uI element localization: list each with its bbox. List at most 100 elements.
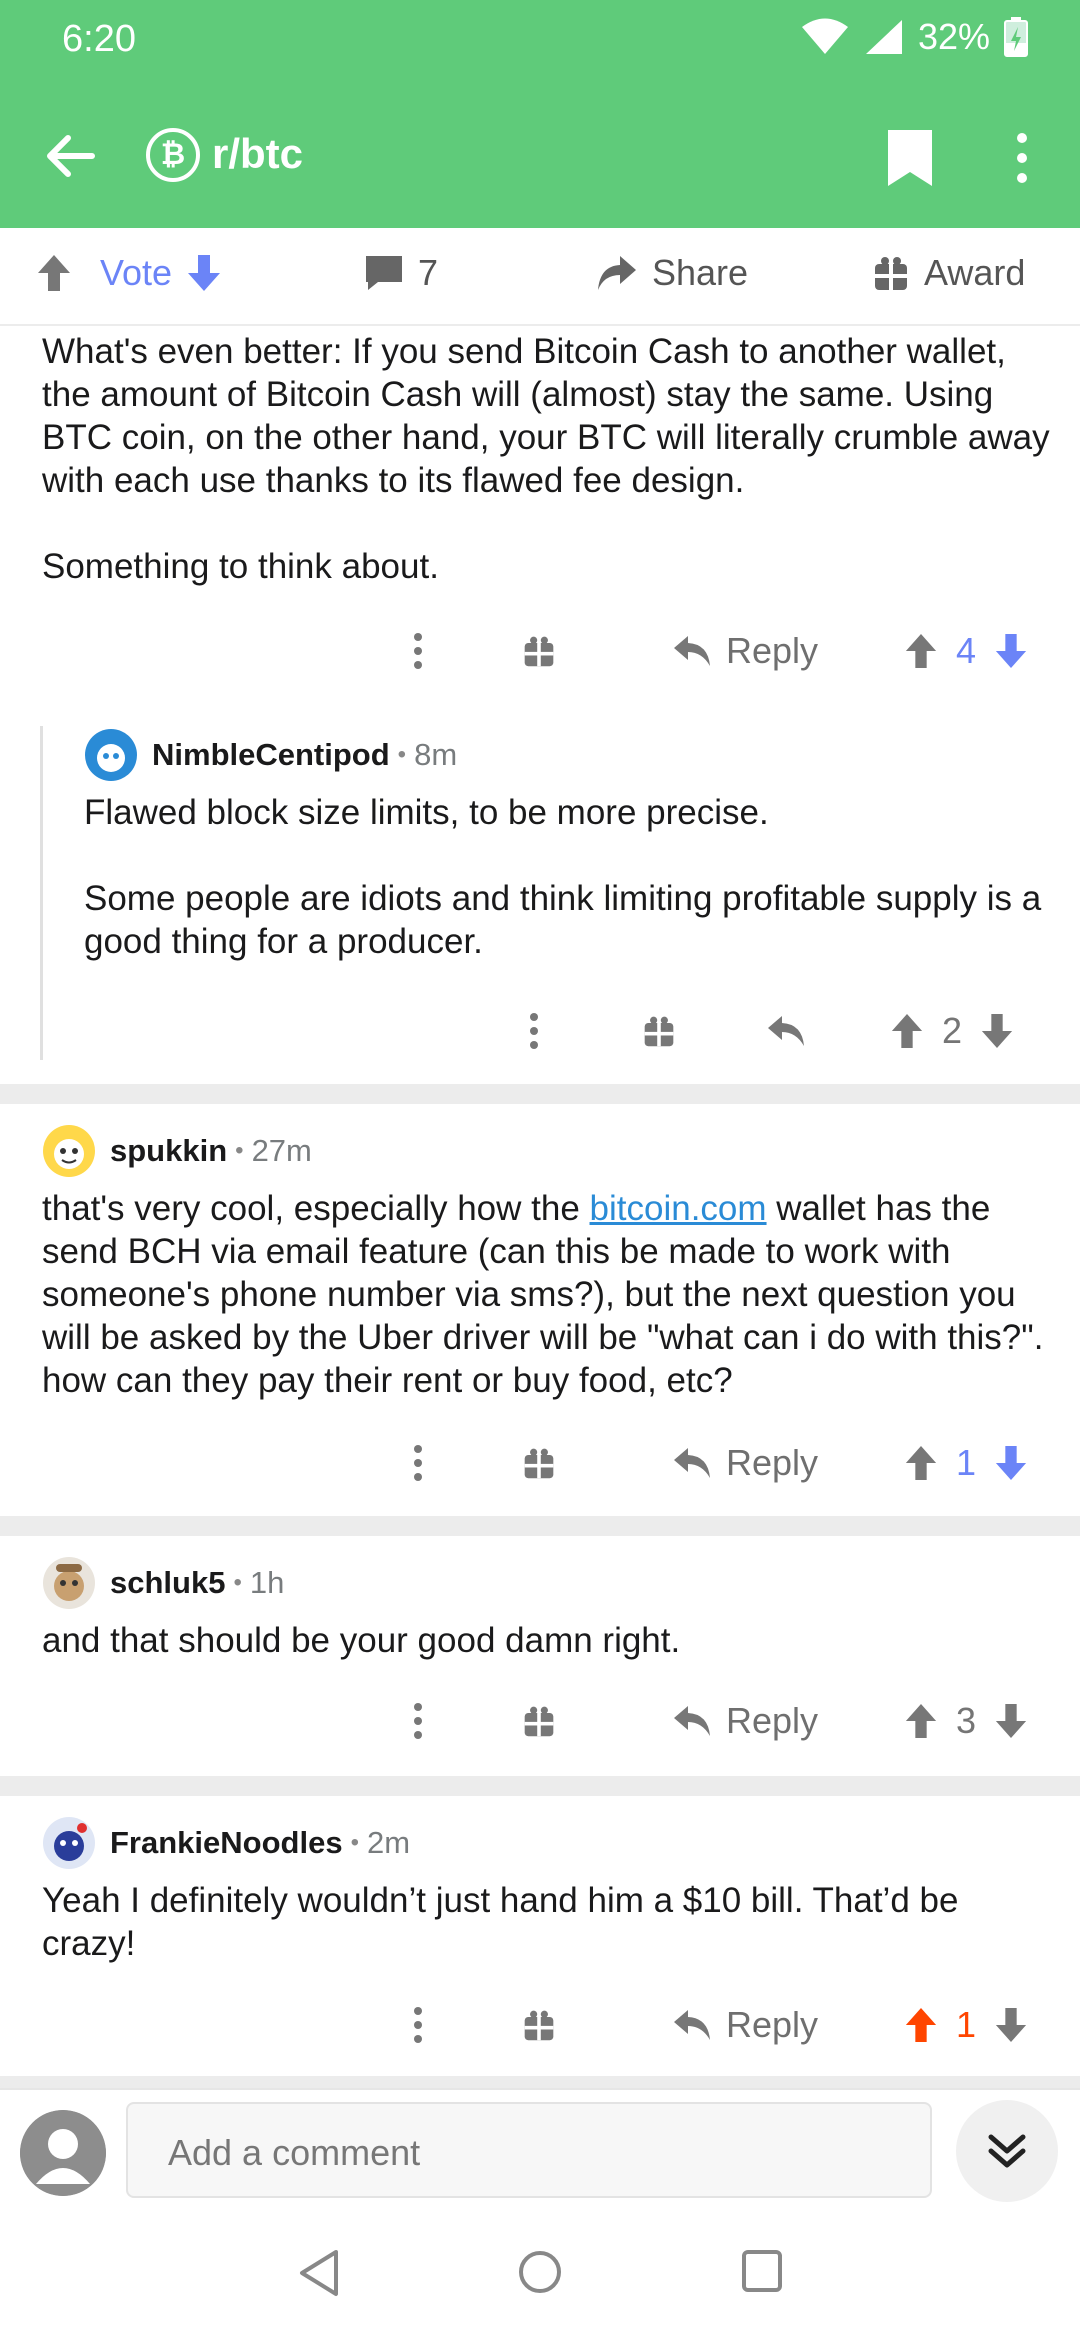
comment-separator [0,1776,1080,1796]
comment-paragraph: Yeah I definitely wouldn’t just hand him… [42,1881,959,1963]
comment-controls: 2 [524,1010,1014,1052]
comment-header: spukkin • 27m [42,1124,312,1178]
comment-controls: Reply 1 [408,1442,1028,1484]
gift-icon[interactable] [522,634,556,668]
gift-icon[interactable] [522,1704,556,1738]
comment-username[interactable]: NimbleCentipod [152,737,390,773]
thread-line [40,726,43,1060]
reply-button[interactable]: Reply [726,1700,818,1742]
add-comment-input[interactable]: Add a comment [126,2102,932,2198]
upvote-arrow-icon[interactable] [904,1702,938,1740]
comment-paragraph: Some people are idiots and think limitin… [84,879,1042,961]
wifi-icon [801,18,848,54]
user-avatar[interactable] [42,1816,96,1870]
more-options-icon[interactable] [408,631,428,671]
comment-bubble-icon [366,256,402,290]
upvote-arrow-icon[interactable] [890,1012,924,1050]
comment-body: What's even better: If you send Bitcoin … [42,330,1052,588]
meta-separator: • [350,1829,359,1856]
subreddit-name[interactable]: r/btc [212,130,303,178]
more-options-icon[interactable] [408,1443,428,1483]
vote-label: Vote [100,252,173,293]
system-navigation-bar [0,2218,1080,2340]
comment-controls: Reply 4 [408,630,1028,672]
gift-icon[interactable] [522,1446,556,1480]
reply-arrow-icon[interactable] [672,1704,712,1738]
status-time: 6:20 [62,18,136,60]
more-options-icon[interactable] [524,1011,544,1051]
downvote-arrow-icon[interactable] [994,632,1028,670]
more-options-icon[interactable] [1004,128,1040,188]
user-avatar[interactable] [20,2110,106,2196]
upvote-arrow-icon[interactable] [904,2006,938,2044]
comment-username[interactable]: spukkin [110,1133,227,1169]
app-header: 6:20 32% ₿ r/btc [0,0,1080,228]
user-avatar[interactable] [42,1124,96,1178]
reply-arrow-icon[interactable] [672,2008,712,2042]
next-comment-button[interactable] [956,2100,1058,2202]
reply-button[interactable]: Reply [726,1442,818,1484]
gift-icon[interactable] [642,1014,676,1048]
comment-username[interactable]: schluk5 [110,1565,225,1601]
subreddit-icon[interactable]: ₿ [146,128,200,182]
downvote-arrow-icon[interactable] [994,1444,1028,1482]
comment-body: that's very cool, especially how the bit… [42,1187,1058,1402]
share-label: Share [652,252,749,293]
back-arrow-icon[interactable] [40,126,100,186]
comment-paragraph: and that should be your good damn right. [42,1621,681,1660]
share-button[interactable]: Share [596,252,748,294]
comment-body: Yeah I definitely wouldn’t just hand him… [42,1879,1058,1965]
user-avatar[interactable] [84,728,138,782]
comment-paragraph: What's even better: If you send Bitcoin … [42,332,1050,500]
reply-button[interactable]: Reply [726,2004,818,2046]
comment-age: 2m [366,1825,411,1860]
comment-age: 27m [251,1133,312,1168]
reply-button[interactable]: Reply [726,630,818,672]
comment-age: 1h [249,1565,285,1600]
app-bar: ₿ r/btc [0,100,1080,210]
comment-header: NimbleCentipod • 8m [84,728,457,782]
status-bar: 6:20 32% [0,0,1080,80]
comment-body: and that should be your good damn right. [42,1619,1058,1662]
battery-charging-icon [1004,17,1028,57]
comment-header: schluk5 • 1h [42,1556,284,1610]
award-button[interactable]: Award [872,252,1025,294]
reply-arrow-icon[interactable] [766,1014,806,1048]
reply-arrow-icon[interactable] [672,1446,712,1480]
downvote-arrow-icon[interactable] [186,253,222,293]
comment-paragraph: Flawed block size limits, to be more pre… [84,793,769,832]
comment-score: 1 [956,2004,977,2045]
comment-controls: Reply 3 [408,1700,1028,1742]
more-options-icon[interactable] [408,1701,428,1741]
comment-separator [0,1084,1080,1104]
downvote-arrow-icon[interactable] [994,2006,1028,2044]
downvote-arrow-icon[interactable] [994,1702,1028,1740]
comment-body: Flawed block size limits, to be more pre… [84,791,1054,963]
upvote-arrow-icon[interactable] [36,253,72,293]
gift-icon [875,257,907,290]
comment-score: 2 [941,1010,963,1051]
more-options-icon[interactable] [408,2005,428,2045]
meta-separator: • [235,1137,244,1164]
reply-arrow-icon[interactable] [672,634,712,668]
nav-recents-icon[interactable] [740,2248,784,2294]
upvote-arrow-icon[interactable] [904,1444,938,1482]
comment-score: 4 [956,630,977,671]
nav-back-icon[interactable] [296,2248,342,2298]
gift-icon[interactable] [522,2008,556,2042]
double-chevron-down-icon [988,2134,1026,2168]
meta-separator: • [397,741,407,768]
comments-count-button[interactable]: 7 [364,252,438,294]
nav-home-icon[interactable] [516,2248,564,2296]
comment-link[interactable]: bitcoin.com [590,1189,767,1228]
bookmark-icon[interactable] [884,128,936,188]
user-avatar[interactable] [42,1556,96,1610]
upvote-arrow-icon[interactable] [904,632,938,670]
cell-signal-icon [865,20,902,54]
status-icons: 32% [800,16,1028,58]
comment-controls: Reply 1 [408,2004,1028,2046]
comment-paragraph: Something to think about. [42,547,439,586]
comment-username[interactable]: FrankieNoodles [110,1825,343,1861]
vote-control: Vote [36,252,236,294]
downvote-arrow-icon[interactable] [980,1012,1014,1050]
